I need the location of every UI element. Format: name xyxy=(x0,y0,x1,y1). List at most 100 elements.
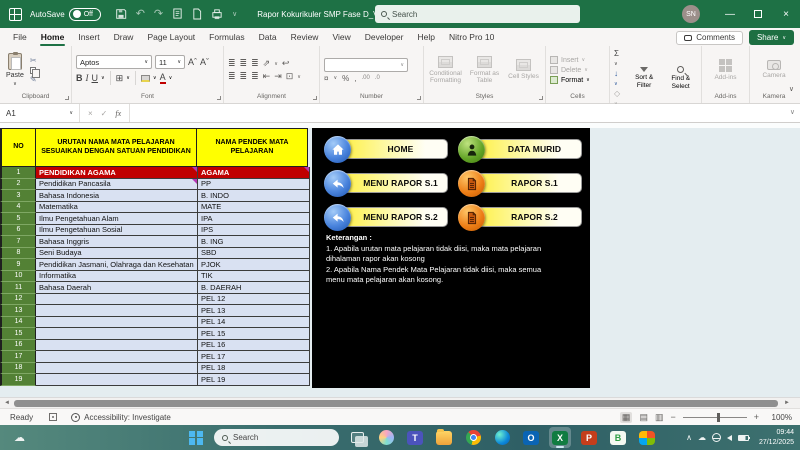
nav-button[interactable]: RAPOR S.1 xyxy=(458,170,582,197)
subject-name-cell[interactable] xyxy=(36,340,198,352)
dialog-launcher-icon[interactable] xyxy=(217,96,221,100)
row-number-cell[interactable]: 9 xyxy=(0,259,36,271)
header-no[interactable]: NO xyxy=(0,128,36,167)
font-color-button[interactable]: A xyxy=(160,73,166,84)
name-box[interactable]: A1 ∨ xyxy=(0,104,80,122)
clock[interactable]: 09:44 27/12/2025 xyxy=(759,428,794,446)
ribbon-tab[interactable]: Draw xyxy=(107,29,141,45)
align-middle-button[interactable]: ≣ xyxy=(240,58,248,69)
taskbar-search[interactable]: Search xyxy=(214,429,339,446)
align-bottom-button[interactable]: ≣ xyxy=(251,58,259,69)
fill-button[interactable]: ↓ ∨ xyxy=(614,69,624,87)
subject-short-cell[interactable]: PEL 18 xyxy=(198,363,310,375)
expand-formula-bar-icon[interactable]: ∨ xyxy=(790,108,795,116)
subject-short-cell[interactable]: IPA xyxy=(198,213,310,225)
redo-icon[interactable]: ↷ xyxy=(154,9,163,20)
dialog-launcher-icon[interactable] xyxy=(313,96,317,100)
nav-button-label[interactable]: DATA MURID xyxy=(471,139,582,159)
copy-button[interactable] xyxy=(30,67,37,74)
subject-name-cell[interactable] xyxy=(36,317,198,329)
zoom-slider-thumb[interactable] xyxy=(717,413,720,422)
ribbon-tab[interactable]: Page Layout xyxy=(140,29,202,45)
nav-button-label[interactable]: RAPOR S.1 xyxy=(471,173,582,193)
tray-chevron-icon[interactable]: ∧ xyxy=(686,434,692,442)
subject-name-cell[interactable]: Pendidikan Pancasila xyxy=(36,179,198,191)
copilot-button[interactable] xyxy=(375,427,397,448)
subject-name-cell[interactable]: PENDIDIKAN AGAMA xyxy=(36,167,198,179)
search-box[interactable]: Search xyxy=(375,5,580,23)
cancel-icon[interactable]: × xyxy=(88,109,93,118)
battery-icon[interactable] xyxy=(738,435,749,441)
align-center-button[interactable]: ≣ xyxy=(240,71,248,82)
subject-name-cell[interactable]: Bahasa Indonesia xyxy=(36,190,198,202)
percent-button[interactable]: % xyxy=(342,74,349,83)
scroll-left-icon[interactable]: ◄ xyxy=(4,400,10,407)
taskbar-app-button[interactable] xyxy=(433,427,455,448)
sort-filter-button[interactable]: Sort & Filter xyxy=(628,67,661,89)
enter-icon[interactable]: ✓ xyxy=(101,109,108,118)
italic-button[interactable]: I xyxy=(86,74,89,83)
nav-button[interactable]: HOME xyxy=(324,136,448,163)
dialog-launcher-icon[interactable] xyxy=(417,96,421,100)
row-number-cell[interactable]: 6 xyxy=(0,225,36,237)
page-break-view-button[interactable]: ▥ xyxy=(655,413,664,422)
shrink-font-button[interactable]: Aˇ xyxy=(200,58,209,67)
align-left-button[interactable]: ≣ xyxy=(228,71,236,82)
ribbon-tab[interactable]: Formulas xyxy=(202,29,251,45)
comma-button[interactable]: , xyxy=(354,74,356,83)
zoom-out-button[interactable]: − xyxy=(670,413,675,422)
horizontal-scrollbar[interactable]: ◄ ► xyxy=(0,397,800,408)
conditional-formatting-button[interactable]: Conditional Formatting xyxy=(428,56,463,85)
font-name-select[interactable]: Aptos∨ xyxy=(76,55,152,69)
format-cells-button[interactable]: Format∨ xyxy=(550,76,590,84)
subject-name-cell[interactable]: Matematika xyxy=(36,202,198,214)
delete-cells-button[interactable]: Delete∨ xyxy=(550,66,590,74)
zoom-level[interactable]: 100% xyxy=(766,413,792,422)
fill-color-button[interactable] xyxy=(141,75,150,82)
user-avatar[interactable]: SN xyxy=(682,5,700,23)
minimize-button[interactable]: — xyxy=(716,0,744,28)
row-number-cell[interactable]: 17 xyxy=(0,351,36,363)
taskbar-app-button[interactable] xyxy=(462,427,484,448)
subject-name-cell[interactable]: Informatika xyxy=(36,271,198,283)
subject-name-cell[interactable] xyxy=(36,351,198,363)
subject-name-cell[interactable] xyxy=(36,374,198,386)
subject-short-cell[interactable]: PEL 13 xyxy=(198,305,310,317)
ribbon-tab[interactable]: Help xyxy=(410,29,441,45)
autosave-toggle[interactable]: AutoSave Off xyxy=(30,8,101,21)
grow-font-button[interactable]: Aˆ xyxy=(188,58,197,67)
weather-icon[interactable]: ☁ xyxy=(14,431,25,444)
cell-styles-button[interactable]: Cell Styles xyxy=(506,59,541,80)
nav-button-label[interactable]: RAPOR S.2 xyxy=(471,207,582,227)
ribbon-tab[interactable]: Review xyxy=(284,29,326,45)
increase-decimal-button[interactable]: .00 xyxy=(361,75,369,81)
font-size-select[interactable]: 11∨ xyxy=(155,55,185,69)
nav-button[interactable]: RAPOR S.2 xyxy=(458,204,582,231)
subject-short-cell[interactable]: AGAMA xyxy=(198,167,310,179)
subject-short-cell[interactable]: MATE xyxy=(198,202,310,214)
taskbar-app-button[interactable]: T xyxy=(404,427,426,448)
wrap-text-button[interactable]: ↩ xyxy=(282,58,290,69)
scrollbar-thumb[interactable] xyxy=(14,400,778,407)
row-number-cell[interactable]: 16 xyxy=(0,340,36,352)
volume-icon[interactable] xyxy=(727,435,732,441)
subject-name-cell[interactable]: Seni Budaya xyxy=(36,248,198,260)
taskbar-app-button[interactable] xyxy=(491,427,513,448)
row-number-cell[interactable]: 13 xyxy=(0,305,36,317)
comments-button[interactable]: Comments xyxy=(676,31,743,45)
subject-short-cell[interactable]: PEL 14 xyxy=(198,317,310,329)
dialog-launcher-icon[interactable] xyxy=(539,96,543,100)
new-document-icon[interactable] xyxy=(192,8,202,20)
subject-name-cell[interactable]: Pendidikan Jasmani, Olahraga dan Kesehat… xyxy=(36,259,198,271)
maximize-button[interactable] xyxy=(744,0,772,28)
borders-button[interactable]: ⊞ xyxy=(116,74,124,83)
subject-name-cell[interactable] xyxy=(36,328,198,340)
subject-short-cell[interactable]: PEL 17 xyxy=(198,351,310,363)
nav-button[interactable]: MENU RAPOR S.2 xyxy=(324,204,448,231)
taskbar-app-button[interactable] xyxy=(636,427,658,448)
printer-icon[interactable] xyxy=(211,8,223,20)
header-short-name[interactable]: NAMA PENDEK MATA PELAJARAN xyxy=(196,128,308,167)
taskbar-app-button[interactable]: X xyxy=(549,427,571,448)
close-button[interactable]: × xyxy=(772,0,800,28)
row-number-cell[interactable]: 10 xyxy=(0,271,36,283)
